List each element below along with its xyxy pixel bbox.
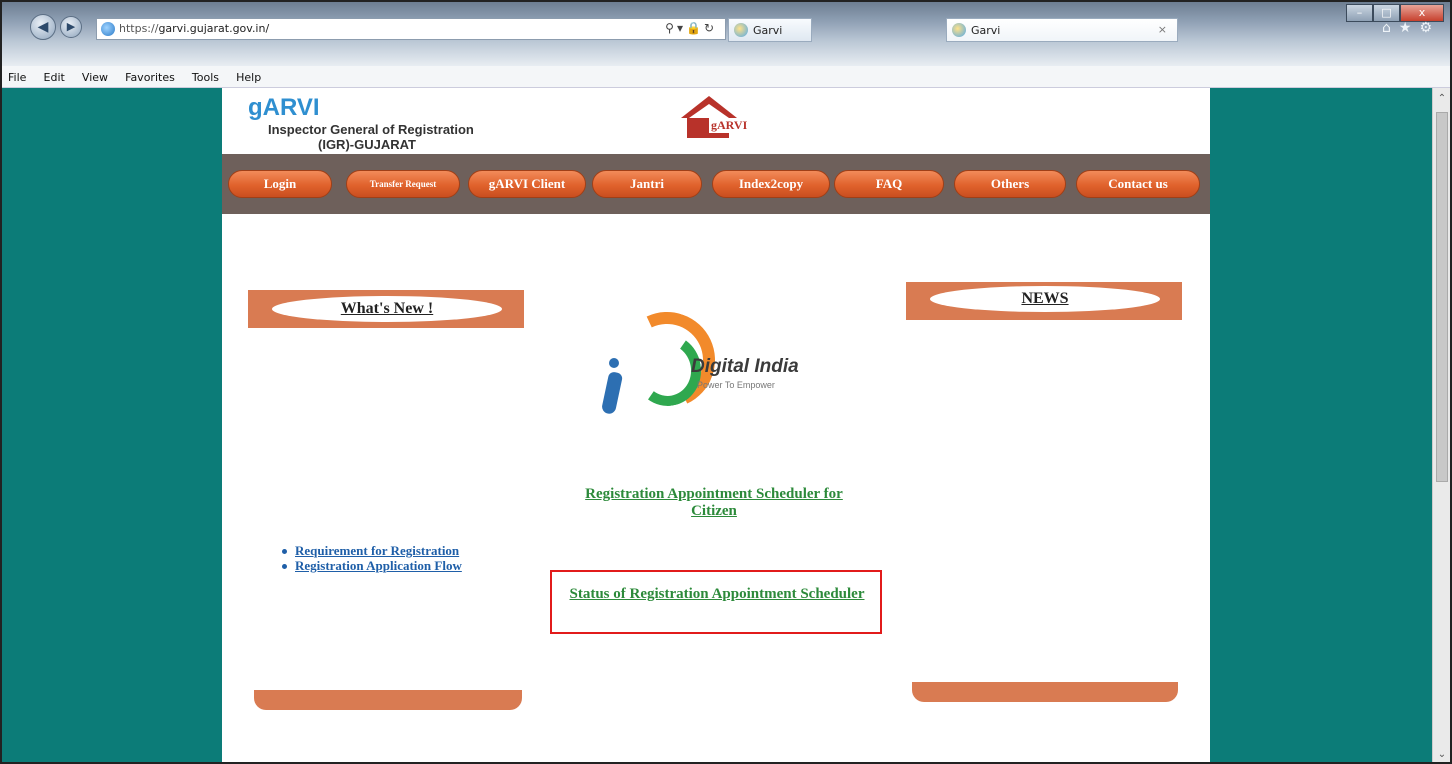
garvi-page: gARVI Inspector General of Registration … — [222, 88, 1210, 762]
tab-garvi-1[interactable]: Garvi — [728, 18, 812, 42]
menu-file[interactable]: File — [2, 67, 32, 88]
scroll-down-icon[interactable]: ⌄ — [1433, 746, 1450, 762]
list-item[interactable]: Registration Application Flow — [282, 558, 462, 573]
nav-garvi-client-button[interactable]: gARVI Client — [468, 170, 586, 198]
search-icon[interactable]: ⚲ — [665, 21, 677, 35]
scroll-thumb[interactable] — [1436, 112, 1448, 482]
whats-new-title: What's New ! — [340, 300, 434, 317]
address-row: ◀ ▶ https://garvi.gujarat.gov.in/ ⚲▾🔒↻ G… — [2, 14, 1450, 42]
address-url: https://garvi.gujarat.gov.in/ — [119, 22, 270, 35]
whats-new-panel: What's New ! — [248, 290, 524, 328]
tab-title: Garvi — [753, 24, 783, 37]
tab-close-icon[interactable]: × — [1158, 23, 1167, 36]
address-tools: ⚲▾🔒↻ — [665, 21, 717, 35]
ie-icon — [101, 22, 115, 36]
nav-index2copy-button[interactable]: Index2copy — [712, 170, 830, 198]
ie-icon — [952, 23, 966, 37]
main-navbar: Login Transfer Request gARVI Client Jant… — [222, 154, 1210, 214]
menu-bar: File Edit View Favorites Tools Help — [2, 66, 1450, 88]
menu-tools[interactable]: Tools — [186, 67, 225, 88]
address-bar[interactable]: https://garvi.gujarat.gov.in/ ⚲▾🔒↻ — [96, 18, 726, 40]
digital-india-tagline: Power To Empower — [697, 380, 775, 390]
brand-title: gARVI — [248, 94, 320, 121]
lock-icon: 🔒 — [685, 21, 704, 35]
news-panel: NEWS — [906, 282, 1182, 320]
back-icon[interactable]: ◀ — [30, 14, 56, 40]
tab-title: Garvi — [971, 24, 1001, 37]
digital-india-logo: Digital India Power To Empower — [597, 298, 847, 422]
nav-others-button[interactable]: Others — [954, 170, 1066, 198]
ie-icon — [734, 23, 748, 37]
news-title: NEWS — [1021, 290, 1069, 307]
dropdown-icon[interactable]: ▾ — [677, 21, 686, 35]
garvi-logo: gARVI — [679, 96, 789, 142]
vertical-scrollbar[interactable]: ⌃ ⌄ — [1432, 88, 1450, 762]
menu-help[interactable]: Help — [230, 67, 267, 88]
brand-subtitle: Inspector General of Registration — [268, 122, 474, 137]
status-appointment-link[interactable]: Status of Registration Appointment Sched… — [552, 586, 882, 603]
logo-text: gARVI — [709, 118, 750, 133]
requirement-link[interactable]: Requirement for Registration — [295, 543, 459, 558]
whats-new-footer-bar — [254, 690, 522, 710]
list-item[interactable]: Requirement for Registration — [282, 543, 462, 558]
gear-icon[interactable]: ⚙ — [1419, 20, 1440, 36]
requirements-list: Requirement for Registration Registratio… — [282, 543, 462, 573]
nav-login-button[interactable]: Login — [228, 170, 332, 198]
browser-window: – □ x ◀ ▶ https://garvi.gujarat.gov.in/ … — [0, 0, 1452, 764]
menu-view[interactable]: View — [76, 67, 114, 88]
nav-faq-button[interactable]: FAQ — [834, 170, 944, 198]
nav-jantri-button[interactable]: Jantri — [592, 170, 702, 198]
news-footer-bar — [912, 682, 1178, 702]
browser-toolbar-icons: ⌂★⚙ — [1382, 20, 1440, 36]
page-viewport: gARVI Inspector General of Registration … — [2, 88, 1434, 762]
nav-contact-us-button[interactable]: Contact us — [1076, 170, 1200, 198]
menu-edit[interactable]: Edit — [38, 67, 71, 88]
nav-transfer-request-button[interactable]: Transfer Request — [346, 170, 460, 198]
appointment-scheduler-link[interactable]: Registration Appointment Scheduler for C… — [574, 486, 854, 520]
digital-india-title: Digital India — [691, 356, 799, 377]
home-icon[interactable]: ⌂ — [1382, 20, 1399, 36]
tab-garvi-2[interactable]: Garvi × — [946, 18, 1178, 42]
brand-block: gARVI Inspector General of Registration … — [248, 94, 474, 152]
browser-titlebar: – □ x ◀ ▶ https://garvi.gujarat.gov.in/ … — [2, 2, 1450, 66]
application-flow-link[interactable]: Registration Application Flow — [295, 558, 462, 573]
menu-favorites[interactable]: Favorites — [119, 67, 181, 88]
scroll-up-icon[interactable]: ⌃ — [1433, 90, 1450, 108]
refresh-icon[interactable]: ↻ — [704, 21, 717, 35]
brand-subtitle-2: (IGR)-GUJARAT — [318, 137, 416, 152]
star-icon[interactable]: ★ — [1399, 20, 1420, 36]
forward-icon[interactable]: ▶ — [60, 16, 82, 38]
